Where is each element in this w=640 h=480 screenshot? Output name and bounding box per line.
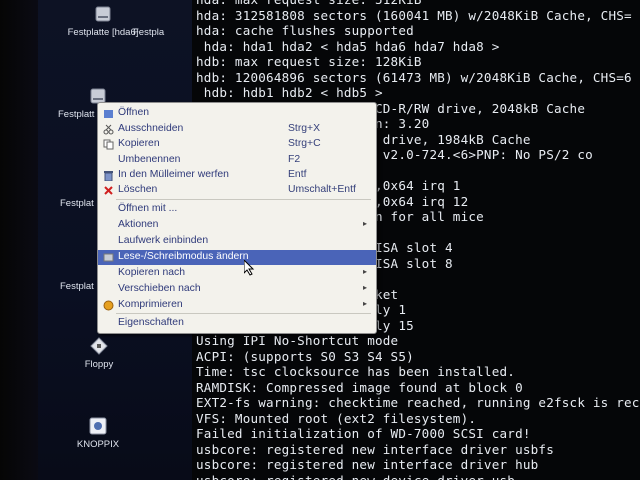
menu-item-shortcut: Umschalt+Entf xyxy=(288,184,356,195)
drive-icon xyxy=(103,252,114,263)
submenu-arrow-icon: ▸ xyxy=(363,219,368,228)
menu-separator xyxy=(116,313,371,314)
desktop-icon-drive[interactable]: Festpla xyxy=(133,24,193,38)
menu-item-label: Umbenennen xyxy=(118,154,181,165)
menu-item-shortcut: F2 xyxy=(288,154,301,165)
context-menu: Öffnen Ausschneiden Strg+X Kopieren Strg+C Um… xyxy=(97,102,377,334)
desktop-icon-floppy[interactable]: Floppy xyxy=(54,336,144,370)
desktop-icon-knoppix[interactable]: KNOPPIX xyxy=(53,416,143,450)
menu-item-label: In den Mülleimer werfen xyxy=(118,169,229,180)
console-line: usbcore: registered new interface driver… xyxy=(196,441,554,457)
console-line: EXT2-fs warning: checktime reached, runn… xyxy=(196,395,640,410)
menu-item-label: Öffnen mit ... xyxy=(118,203,178,214)
menu-item-shortcut: Entf xyxy=(288,169,307,180)
console-line: hda: hda1 hda2 < hda5 hda6 hda7 hda8 > xyxy=(196,38,500,54)
menu-item-in-den-mülleimer-werfen[interactable]: In den Mülleimer werfen Entf xyxy=(98,168,376,183)
hard-drive-icon xyxy=(93,4,113,24)
menu-item-label: Eigenschaften xyxy=(118,317,184,328)
menu-item-laufwerk-einbinden[interactable]: Laufwerk einbinden xyxy=(98,234,376,249)
menu-item-öffnen[interactable]: Öffnen xyxy=(98,106,376,121)
delete-icon xyxy=(103,185,114,196)
console-line: usbcore: registered new interface driver… xyxy=(196,457,539,472)
trash-icon xyxy=(103,170,114,182)
console-line: hda: cache flushes supported xyxy=(196,23,414,38)
menu-item-label: Komprimieren xyxy=(118,299,183,310)
console-line: ACPI: (supports S0 S3 S4 S5) xyxy=(196,348,414,364)
console-line: hdb: 120064896 sectors (61473 MB) w/2048… xyxy=(196,69,632,85)
menu-item-verschieben-nach[interactable]: Verschieben nach ▸ xyxy=(98,282,376,297)
console-line: hdb: hdb1 hdb2 < hdb5 > xyxy=(196,85,383,100)
compress-icon xyxy=(103,300,114,311)
menu-item-komprimieren[interactable]: Komprimieren ▸ xyxy=(98,298,376,313)
menu-item-label: Öffnen xyxy=(118,107,150,118)
menu-item-label: Verschieben nach xyxy=(118,283,201,294)
knoppix-icon xyxy=(88,416,108,436)
desktop-icon-label: Floppy xyxy=(84,359,114,370)
menu-item-löschen[interactable]: Löschen Umschalt+Entf xyxy=(98,183,376,198)
mouse-cursor-icon xyxy=(243,258,256,281)
open-icon xyxy=(103,108,114,119)
console-line: hda: 312581808 sectors (160041 MB) w/204… xyxy=(196,7,632,23)
console-line: usbcore: registered new device driver us… xyxy=(196,472,516,480)
menu-item-eigenschaften[interactable]: Eigenschaften xyxy=(98,316,376,331)
console-line: RAMDISK: Compressed image found at block… xyxy=(196,379,523,395)
menu-item-aktionen[interactable]: Aktionen ▸ xyxy=(98,218,376,233)
menu-item-label: Lese-/Schreibmodus ändern xyxy=(118,251,249,262)
floppy-icon xyxy=(89,336,109,356)
menu-item-shortcut: Strg+X xyxy=(288,123,321,134)
console-line: hdb: max request size: 128KiB xyxy=(196,54,422,69)
desktop-icon-label: Festpla xyxy=(133,27,165,38)
desktop-icon-label: KNOPPIX xyxy=(76,439,120,450)
screen-bezel xyxy=(0,0,40,480)
menu-item-kopieren-nach[interactable]: Kopieren nach ▸ xyxy=(98,266,376,281)
menu-item-lese-schreibmodus-ändern[interactable]: Lese-/Schreibmodus ändern xyxy=(98,250,376,265)
submenu-arrow-icon: ▸ xyxy=(363,299,368,308)
submenu-arrow-icon: ▸ xyxy=(363,283,368,292)
menu-item-label: Aktionen xyxy=(118,219,159,230)
menu-item-kopieren[interactable]: Kopieren Strg+C xyxy=(98,137,376,152)
console-line: Time: tsc clocksource has been installed… xyxy=(196,364,516,379)
menu-item-öffnen-mit[interactable]: Öffnen mit ... xyxy=(98,202,376,217)
menu-item-ausschneiden[interactable]: Ausschneiden Strg+X xyxy=(98,122,376,137)
menu-item-label: Kopieren nach xyxy=(118,267,186,278)
menu-item-umbenennen[interactable]: Umbenennen F2 xyxy=(98,153,376,168)
menu-separator xyxy=(116,199,371,200)
cut-icon xyxy=(103,124,114,135)
menu-item-shortcut: Strg+C xyxy=(288,138,321,149)
submenu-arrow-icon: ▸ xyxy=(363,267,368,276)
menu-item-label: Ausschneiden xyxy=(118,123,184,134)
console-line: VFS: Mounted root (ext2 filesystem). xyxy=(196,410,477,426)
copy-icon xyxy=(103,139,114,150)
console-line: Using IPI No-Shortcut mode xyxy=(196,333,399,348)
console-line: Failed initialization of WD-7000 SCSI ca… xyxy=(196,426,531,441)
menu-item-label: Laufwerk einbinden xyxy=(118,235,209,246)
menu-item-label: Löschen xyxy=(118,184,158,195)
console-line: hda: max request size: 512KiB xyxy=(196,0,422,7)
menu-item-label: Kopieren xyxy=(118,138,160,149)
